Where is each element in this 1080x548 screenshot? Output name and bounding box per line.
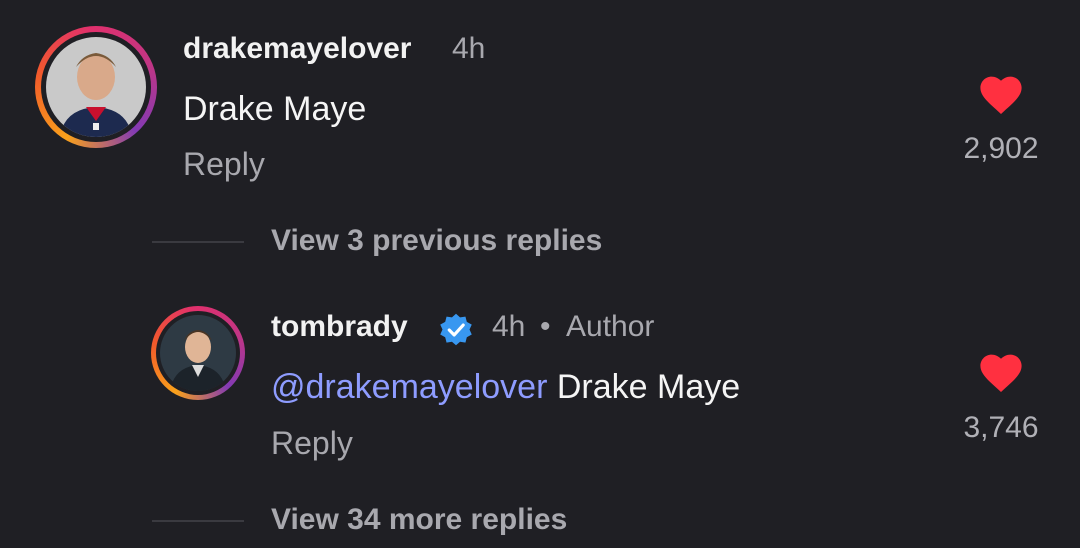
like-count: 2,902 [963,132,1039,165]
like-count: 3,746 [963,411,1039,444]
heart-icon[interactable] [977,350,1025,394]
thread-divider [152,520,244,522]
avatar[interactable] [151,306,245,400]
comment-username[interactable]: drakemayelover [183,32,412,66]
comment-time: 4h [452,32,486,65]
comment-username[interactable]: tombrady [271,310,408,344]
avatar-photo-icon [160,315,236,391]
heart-icon[interactable] [977,72,1025,116]
comment-time: 4h [492,310,526,343]
reply-button[interactable]: Reply [271,425,353,462]
avatar[interactable] [35,26,157,148]
comment-text-body: Drake Maye [556,368,741,406]
reply-button[interactable]: Reply [183,146,265,183]
meta-separator: • [540,310,551,343]
verified-badge-icon [440,313,472,346]
view-more-replies-button[interactable]: View 34 more replies [271,503,567,537]
mention-link[interactable]: @drakemayelover [271,368,547,406]
comment-text: @drakemayelover Drake Maye [271,368,740,407]
avatar-photo-icon [46,37,146,137]
view-previous-replies-button[interactable]: View 3 previous replies [271,224,602,258]
comment-text: Drake Maye [183,90,367,128]
author-label: Author [566,310,655,343]
thread-divider [152,241,244,243]
